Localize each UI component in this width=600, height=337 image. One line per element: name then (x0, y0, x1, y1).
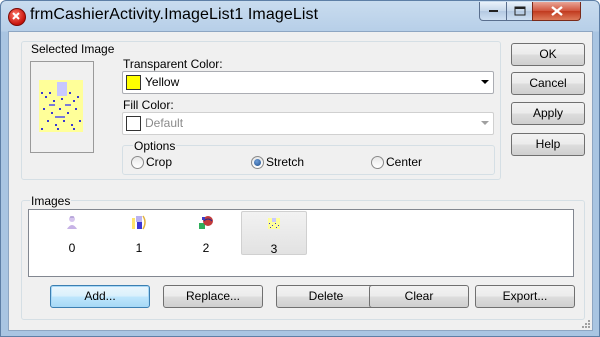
close-button[interactable] (532, 2, 581, 21)
options-label: Options (133, 139, 177, 153)
white-swatch-icon (126, 116, 141, 131)
minimize-button[interactable] (479, 2, 508, 21)
app-icon[interactable] (8, 8, 26, 26)
stretch-radio[interactable] (251, 156, 264, 169)
list-item-caption: 0 (68, 241, 76, 255)
ok-button[interactable]: OK (511, 43, 585, 66)
title-bar[interactable]: frmCashierActivity.ImageList1 ImageList (1, 1, 599, 32)
help-button[interactable]: Help (511, 133, 585, 156)
selected-image-preview (30, 61, 94, 153)
list-item-caption: 2 (202, 241, 210, 255)
images-list[interactable]: 0 1 2 3 (28, 209, 574, 277)
crop-radio[interactable] (131, 156, 144, 169)
clear-button[interactable]: Clear (369, 285, 469, 308)
list-item[interactable]: 0 (40, 211, 104, 255)
pattern-icon (268, 218, 280, 229)
maximize-icon (514, 6, 526, 16)
images-label: Images (30, 194, 72, 208)
apply-button[interactable]: Apply (511, 102, 585, 125)
cancel-button[interactable]: Cancel (511, 72, 585, 95)
list-item[interactable]: 2 (174, 211, 238, 255)
transparent-color-dropdown[interactable]: Yellow (122, 71, 494, 94)
delete-button[interactable]: Delete (276, 285, 376, 308)
chevron-down-icon (481, 121, 489, 125)
crop-radio-label[interactable]: Crop (146, 155, 172, 169)
yellow-swatch-icon (126, 75, 141, 90)
options-group (122, 145, 495, 175)
list-item-caption: 1 (135, 241, 143, 255)
list-item-selected[interactable]: 3 (241, 211, 307, 256)
pattern-preview-image (39, 80, 83, 132)
minimize-icon (488, 10, 498, 12)
person-icon (67, 216, 77, 229)
chevron-down-icon (481, 80, 489, 84)
close-icon (550, 6, 563, 16)
resize-grip-icon[interactable] (581, 319, 591, 329)
add-button[interactable]: Add... (50, 285, 150, 308)
export-button[interactable]: Export... (475, 285, 575, 308)
fill-color-dropdown[interactable]: Default (122, 112, 494, 135)
transparent-color-label-text: Transparent Color: (123, 57, 223, 71)
window-title: frmCashierActivity.ImageList1 ImageList (30, 6, 319, 23)
maximize-button[interactable] (506, 2, 534, 21)
list-item-caption: 3 (270, 242, 278, 256)
selected-image-label: Selected Image (30, 42, 116, 56)
fill-color-value: Default (145, 116, 184, 130)
cashier-icon (132, 215, 146, 230)
globe-icon (199, 216, 213, 229)
imagelist-dialog: frmCashierActivity.ImageList1 ImageList … (0, 0, 600, 337)
transparent-color-value: Yellow (145, 75, 180, 89)
transparent-color-label: Transparent Color: (123, 57, 223, 71)
replace-button[interactable]: Replace... (163, 285, 263, 308)
center-radio-label[interactable]: Center (386, 155, 422, 169)
list-item[interactable]: 1 (107, 211, 171, 255)
fill-color-label: Fill Color: (123, 98, 174, 112)
center-radio[interactable] (371, 156, 384, 169)
stretch-radio-label[interactable]: Stretch (266, 155, 304, 169)
dialog-client-area: Selected Image Transparent Color: Yellow… (8, 31, 593, 331)
